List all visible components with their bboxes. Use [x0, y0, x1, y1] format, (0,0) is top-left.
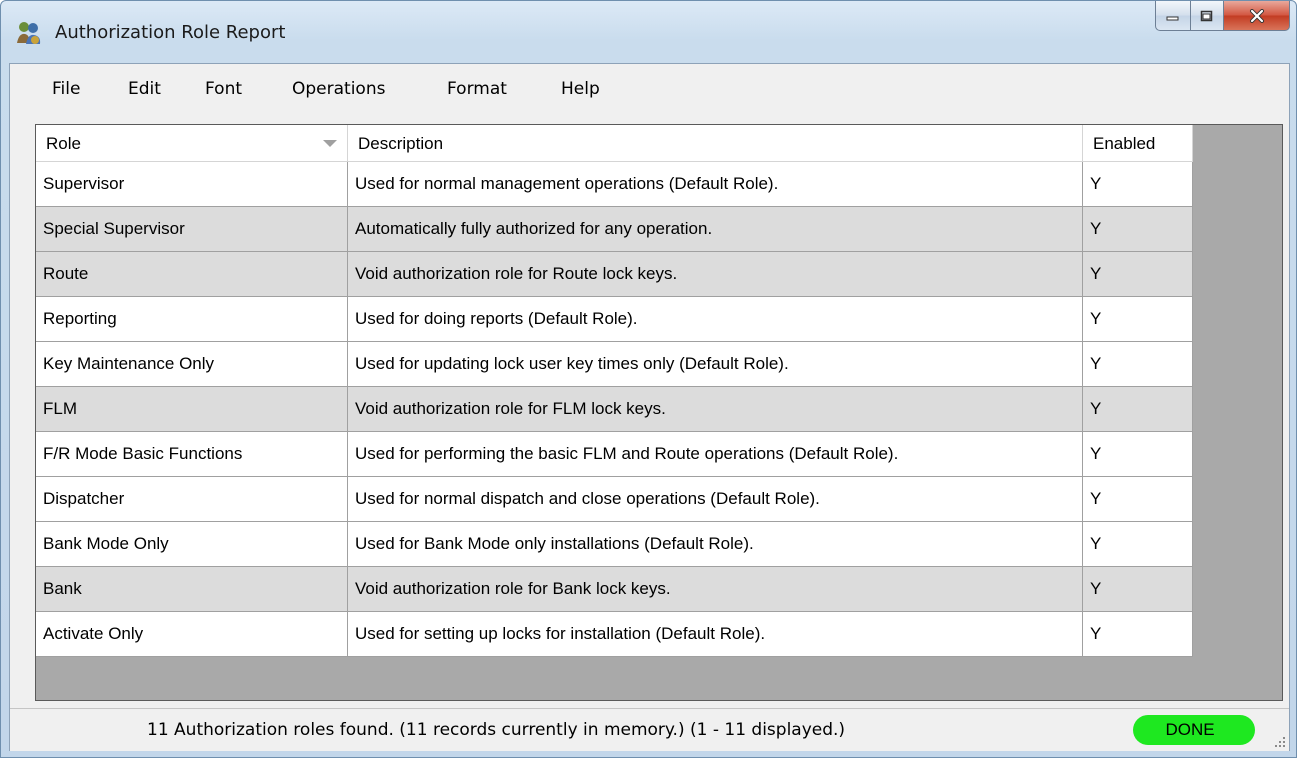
cell-enabled[interactable]: Y — [1083, 297, 1193, 342]
cell-role[interactable]: Bank Mode Only — [36, 522, 348, 567]
window-title: Authorization Role Report — [55, 22, 286, 43]
menu-operations[interactable]: Operations — [292, 79, 385, 99]
menu-font[interactable]: Font — [205, 79, 242, 99]
resize-grip-icon[interactable] — [1271, 733, 1287, 749]
maximize-icon — [1200, 10, 1213, 21]
cell-role[interactable]: F/R Mode Basic Functions — [36, 432, 348, 477]
table-row[interactable]: Dispatcher Used for normal dispatch and c… — [36, 477, 1193, 522]
cell-description[interactable]: Void authorization role for FLM lock key… — [348, 387, 1083, 432]
table-row[interactable]: Special Supervisor Automatically fully au… — [36, 207, 1193, 252]
menu-file[interactable]: File — [52, 79, 80, 99]
maximize-button[interactable] — [1190, 1, 1224, 31]
cell-description[interactable]: Automatically fully authorized for any o… — [348, 207, 1083, 252]
column-header-description[interactable]: Description — [348, 125, 1083, 162]
cell-role[interactable]: Key Maintenance Only — [36, 342, 348, 387]
app-window: Authorization Role Report File Edit Font… — [0, 0, 1297, 758]
cell-description[interactable]: Used for normal management operations (D… — [348, 162, 1083, 207]
cell-description[interactable]: Void authorization role for Route lock k… — [348, 252, 1083, 297]
cell-enabled[interactable]: Y — [1083, 522, 1193, 567]
column-header-label: Enabled — [1093, 134, 1156, 153]
cell-role[interactable]: Bank — [36, 567, 348, 612]
users-icon — [17, 22, 41, 44]
status-badge: DONE — [1133, 715, 1255, 745]
column-header-label: Role — [46, 134, 81, 153]
cell-enabled[interactable]: Y — [1083, 342, 1193, 387]
minimize-icon — [1166, 16, 1179, 20]
cell-role[interactable]: Dispatcher — [36, 477, 348, 522]
table-row[interactable]: Bank Void authorization role for Bank loc… — [36, 567, 1193, 612]
column-header-enabled[interactable]: Enabled — [1083, 125, 1193, 162]
close-button[interactable] — [1224, 1, 1290, 31]
table-row[interactable]: Supervisor Used for normal management ope… — [36, 162, 1193, 207]
table-row[interactable]: Key Maintenance Only Used for updating lo… — [36, 342, 1193, 387]
cell-description[interactable]: Used for updating lock user key times on… — [348, 342, 1083, 387]
window-controls — [1155, 1, 1290, 31]
title-bar[interactable]: Authorization Role Report — [1, 1, 1296, 63]
cell-enabled[interactable]: Y — [1083, 252, 1193, 297]
status-bar: 11 Authorization roles found. (11 record… — [10, 708, 1289, 751]
roles-grid[interactable]: Role Description Enabled Supervisor Used … — [35, 124, 1283, 701]
cell-description[interactable]: Void authorization role for Bank lock ke… — [348, 567, 1083, 612]
status-text: 11 Authorization roles found. (11 record… — [147, 720, 846, 740]
cell-enabled[interactable]: Y — [1083, 612, 1193, 657]
menu-bar: File Edit Font Operations Format Help — [10, 64, 1289, 116]
cell-enabled[interactable]: Y — [1083, 207, 1193, 252]
cell-role[interactable]: Activate Only — [36, 612, 348, 657]
menu-format[interactable]: Format — [447, 79, 507, 99]
cell-description[interactable]: Used for Bank Mode only installations (D… — [348, 522, 1083, 567]
table-row[interactable]: Activate Only Used for setting up locks f… — [36, 612, 1193, 657]
cell-enabled[interactable]: Y — [1083, 477, 1193, 522]
cell-enabled[interactable]: Y — [1083, 162, 1193, 207]
cell-enabled[interactable]: Y — [1083, 387, 1193, 432]
table-row[interactable]: F/R Mode Basic Functions Used for perform… — [36, 432, 1193, 477]
menu-help[interactable]: Help — [561, 79, 600, 99]
cell-role[interactable]: FLM — [36, 387, 348, 432]
cell-description[interactable]: Used for performing the basic FLM and Ro… — [348, 432, 1083, 477]
cell-role[interactable]: Route — [36, 252, 348, 297]
cell-description[interactable]: Used for normal dispatch and close opera… — [348, 477, 1083, 522]
sort-descending-icon — [323, 140, 337, 147]
column-header-role[interactable]: Role — [36, 125, 348, 162]
grid-rows: Supervisor Used for normal management ope… — [36, 162, 1193, 657]
cell-role[interactable]: Reporting — [36, 297, 348, 342]
cell-role[interactable]: Supervisor — [36, 162, 348, 207]
table-row[interactable]: FLM Void authorization role for FLM lock … — [36, 387, 1193, 432]
grid-header: Role Description Enabled — [36, 125, 1193, 162]
table-row[interactable]: Route Void authorization role for Route l… — [36, 252, 1193, 297]
close-icon — [1249, 8, 1264, 23]
column-header-label: Description — [358, 134, 444, 153]
menu-edit[interactable]: Edit — [128, 79, 161, 99]
table-row[interactable]: Bank Mode Only Used for Bank Mode only in… — [36, 522, 1193, 567]
cell-description[interactable]: Used for doing reports (Default Role). — [348, 297, 1083, 342]
cell-enabled[interactable]: Y — [1083, 567, 1193, 612]
minimize-button[interactable] — [1155, 1, 1190, 31]
client-area: File Edit Font Operations Format Help Ro… — [9, 63, 1290, 751]
table-row[interactable]: Reporting Used for doing reports (Default… — [36, 297, 1193, 342]
cell-enabled[interactable]: Y — [1083, 432, 1193, 477]
cell-role[interactable]: Special Supervisor — [36, 207, 348, 252]
cell-description[interactable]: Used for setting up locks for installati… — [348, 612, 1083, 657]
